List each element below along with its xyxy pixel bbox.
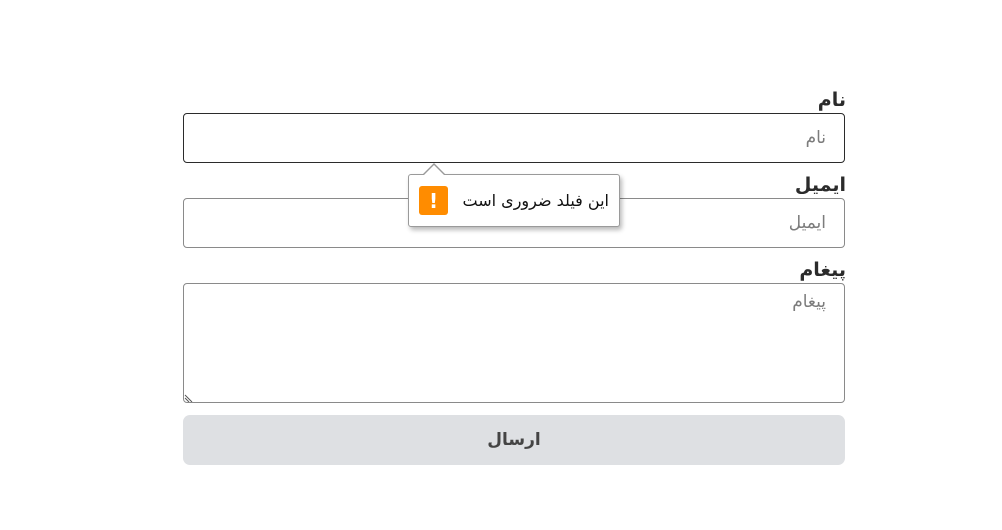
email-label: ایمیل [794, 174, 846, 196]
warning-icon: ! [419, 186, 448, 215]
validation-tooltip: این فیلد ضروری است ! [408, 174, 620, 227]
name-label: نام [817, 89, 846, 111]
message-textarea[interactable] [183, 283, 845, 403]
message-label: پیغام [799, 259, 846, 281]
validation-message: این فیلد ضروری است [462, 191, 609, 210]
submit-button[interactable]: ارسال [183, 415, 845, 465]
name-input[interactable] [183, 113, 845, 163]
contact-form: نام ایمیل پیغام ارسال [183, 0, 846, 530]
